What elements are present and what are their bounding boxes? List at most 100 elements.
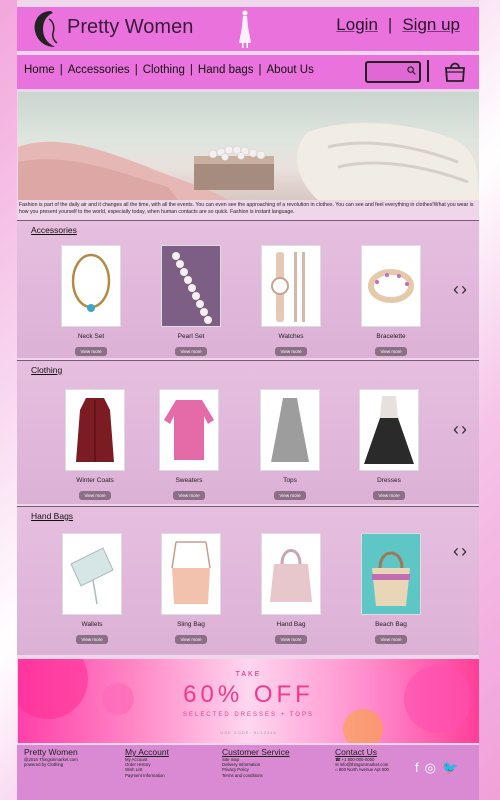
twitter-icon[interactable]: 🐦 xyxy=(442,760,458,775)
hero-banner-image xyxy=(18,92,479,200)
promo-banner[interactable]: TAKE 60% OFF SELECTED DRESSES + TOPS USE… xyxy=(18,659,479,743)
section-accessories: Accessories Neck Set View more Pearl Set… xyxy=(17,220,479,358)
view-more-button[interactable]: View more xyxy=(175,635,207,644)
product-name: Beach Bag xyxy=(375,621,407,628)
product-image[interactable] xyxy=(65,389,125,471)
product-image[interactable] xyxy=(161,533,221,615)
promo-take: TAKE xyxy=(235,671,262,678)
product-image[interactable] xyxy=(161,245,221,327)
social-links: f ◎ 🐦 xyxy=(415,760,464,776)
product-card[interactable]: Tops View more xyxy=(260,389,320,502)
auth-links: Login | Sign up xyxy=(331,15,465,35)
shopping-bag-icon[interactable] xyxy=(443,59,467,83)
chevron-left-icon[interactable]: ‹ xyxy=(453,419,461,439)
login-link[interactable]: Login xyxy=(331,15,383,34)
chevron-right-icon[interactable]: › xyxy=(461,541,469,561)
section-clothing: Clothing Winter Coats View more Sweaters… xyxy=(17,360,479,504)
footer-my-account-title: My Account xyxy=(125,747,169,757)
product-image[interactable] xyxy=(361,533,421,615)
carousel-arrows: ‹› xyxy=(453,419,469,440)
product-image[interactable] xyxy=(260,389,320,471)
nav-item-clothing[interactable]: Clothing xyxy=(143,64,185,76)
product-card[interactable]: Watches View more xyxy=(261,245,321,358)
nav-item-accessories[interactable]: Accessories xyxy=(68,64,130,76)
footer-contact-title: Contact Us xyxy=(335,747,378,757)
product-card[interactable]: Pearl Set View more xyxy=(161,245,221,358)
brand-name[interactable]: Pretty Women xyxy=(67,16,193,39)
view-more-button[interactable]: View more xyxy=(275,635,307,644)
product-image[interactable] xyxy=(361,245,421,327)
promo-headline: 60% OFF xyxy=(183,681,314,708)
chevron-right-icon[interactable]: › xyxy=(461,419,469,439)
logo-woman-face-icon[interactable] xyxy=(29,9,63,49)
main-nav: Home | Accessories | Clothing | Hand bags | Abou… xyxy=(17,55,479,89)
view-more-button[interactable]: View more xyxy=(175,347,207,356)
section-hand-bags: Hand Bags Wallets View more Sling Bag Vi… xyxy=(17,506,479,655)
view-more-button[interactable]: View more xyxy=(173,491,205,500)
hero-caption: Fashion is part of the daily air and it … xyxy=(19,202,474,215)
footer-link[interactable]: Payment Information xyxy=(125,773,169,778)
product-name: Pearl Set xyxy=(177,333,205,340)
product-image[interactable] xyxy=(159,389,219,471)
nav-item-about-us[interactable]: About Us xyxy=(267,64,314,76)
product-image[interactable] xyxy=(359,389,419,471)
footer-address: ⌂ 800 North Avenue Apt 000 xyxy=(335,767,389,773)
product-card[interactable]: Neck Set View more xyxy=(61,245,121,358)
nav-item-home[interactable]: Home xyxy=(24,64,55,76)
section-title[interactable]: Clothing xyxy=(31,365,62,375)
chevron-left-icon[interactable]: ‹ xyxy=(453,541,461,561)
product-image[interactable] xyxy=(61,245,121,327)
search-icon[interactable] xyxy=(407,66,416,75)
site-footer: Pretty Women @2016 Thingsinmarket.com po… xyxy=(17,745,479,800)
product-card[interactable]: Sweaters View more xyxy=(159,389,219,502)
product-image[interactable] xyxy=(62,533,122,615)
view-more-button[interactable]: View more xyxy=(375,635,407,644)
footer-link[interactable]: Terms and conditions xyxy=(222,773,290,778)
carousel-arrows: ‹› xyxy=(453,541,469,562)
search-input[interactable] xyxy=(365,61,421,83)
product-card[interactable]: Sling Bag View more xyxy=(161,533,221,646)
fabric-and-jewelry-photo xyxy=(18,122,479,200)
view-more-button[interactable]: View more xyxy=(375,347,407,356)
auth-divider: | xyxy=(387,15,393,34)
view-more-button[interactable]: View more xyxy=(373,491,405,500)
chevron-right-icon[interactable]: › xyxy=(461,279,469,299)
view-more-button[interactable]: View more xyxy=(275,347,307,356)
product-name: Sweaters xyxy=(175,477,203,484)
product-name: Wallets xyxy=(81,621,103,628)
view-more-button[interactable]: View more xyxy=(76,635,108,644)
site-header: Pretty Women Login | Sign up xyxy=(17,7,479,51)
product-card[interactable]: Dresses View more xyxy=(359,389,419,502)
product-card[interactable]: Bracelette View more xyxy=(361,245,421,358)
product-name: Neck Set xyxy=(77,333,105,340)
nav-divider xyxy=(427,60,429,82)
product-name: Dresses xyxy=(377,477,401,484)
view-more-button[interactable]: View more xyxy=(79,491,111,500)
footer-brand: Pretty Women @2016 Thingsinmarket.com po… xyxy=(24,747,78,767)
footer-my-account: My Account My Account Order History Wish… xyxy=(125,747,169,778)
product-card[interactable]: Hand Bag View more xyxy=(261,533,321,646)
facebook-icon[interactable]: f xyxy=(415,760,419,775)
chevron-left-icon[interactable]: ‹ xyxy=(453,279,461,299)
carousel-arrows: ‹› xyxy=(453,279,469,300)
footer-powered-by: powered by Clothing xyxy=(24,762,64,768)
product-name: Tops xyxy=(283,477,297,484)
section-title[interactable]: Accessories xyxy=(31,225,77,235)
product-image[interactable] xyxy=(261,533,321,615)
product-card[interactable]: Wallets View more xyxy=(62,533,122,646)
signup-link[interactable]: Sign up xyxy=(397,15,465,34)
section-title[interactable]: Hand Bags xyxy=(31,511,73,521)
product-card[interactable]: Beach Bag View more xyxy=(361,533,421,646)
product-image[interactable] xyxy=(261,245,321,327)
view-more-button[interactable]: View more xyxy=(75,347,107,356)
nav-item-hand-bags[interactable]: Hand bags xyxy=(198,64,254,76)
footer-customer-service-title: Customer Service xyxy=(222,747,290,757)
fashion-model-icon xyxy=(239,10,251,48)
promo-code: USE CODE: SL12345 xyxy=(220,730,277,735)
promo-subtitle: SELECTED DRESSES + TOPS xyxy=(183,712,314,718)
view-more-button[interactable]: View more xyxy=(274,491,306,500)
footer-contact: Contact Us ☎ +1 800-000-0000 ✉ info@thin… xyxy=(335,747,389,773)
product-name: Bracelette xyxy=(376,333,406,340)
instagram-icon[interactable]: ◎ xyxy=(425,760,436,775)
product-card[interactable]: Winter Coats View more xyxy=(65,389,125,502)
